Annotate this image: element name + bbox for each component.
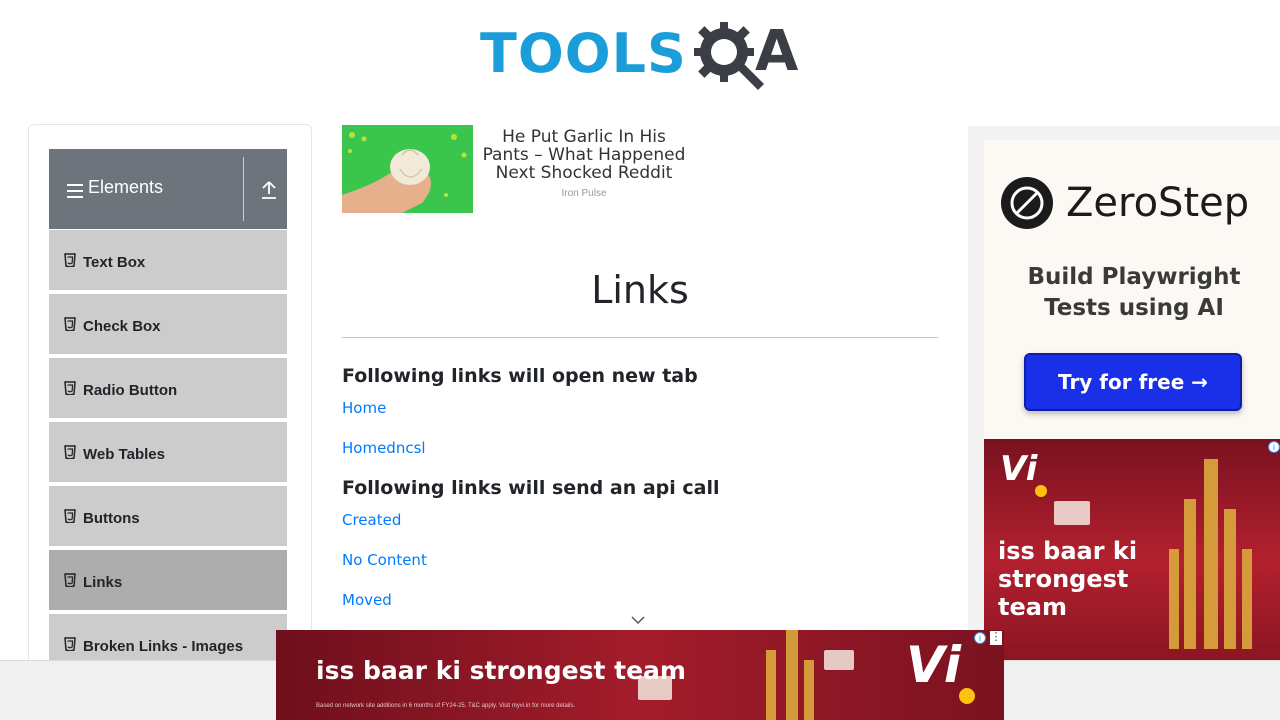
sidebar-item-label: Radio Button (83, 382, 178, 399)
link-homedncsl[interactable]: Homedncsl (342, 439, 426, 457)
ad-thumbnail-image[interactable] (342, 125, 473, 213)
file-icon (64, 381, 76, 395)
vi-logo: Vi (1000, 449, 1038, 489)
file-icon (64, 509, 76, 523)
ad-source: Iron Pulse (561, 188, 607, 199)
bottom-ad-tagline: iss baar ki strongest team (316, 656, 686, 685)
logo-wordmark: TOOLS (480, 22, 687, 85)
chevron-down-icon[interactable] (631, 615, 645, 625)
group-divider (243, 157, 244, 221)
sidebar-item-text-box[interactable]: Text Box (49, 230, 287, 292)
try-for-free-button[interactable]: Try for free → (1024, 353, 1242, 411)
sidebar-item-label: Web Tables (83, 446, 165, 463)
section-heading-api-call: Following links will send an api call (342, 477, 720, 499)
sidebar-group-title: Elements (88, 177, 164, 197)
hamburger-icon (67, 184, 83, 198)
zerostep-ad[interactable]: ZeroStep Build Playwright Tests using AI… (984, 140, 1280, 440)
file-icon (64, 445, 76, 459)
link-no-content[interactable]: No Content (342, 551, 427, 569)
sidebar-item-web-tables[interactable]: Web Tables (49, 422, 287, 484)
zerostep-brand: ZeroStep (1066, 180, 1250, 226)
toolsqa-logo[interactable]: TOOLS A (480, 14, 810, 94)
page-title: Links (591, 268, 689, 312)
ad-headline[interactable]: He Put Garlic In His Pants – What Happen… (478, 128, 690, 182)
title-divider (342, 337, 938, 338)
link-created[interactable]: Created (342, 511, 401, 529)
sidebar-item-check-box[interactable]: Check Box (49, 294, 287, 356)
header: TOOLS A (0, 0, 1280, 100)
upload-icon[interactable] (260, 180, 278, 200)
sidebar-item-links[interactable]: Links (49, 550, 287, 612)
bottom-ad-info-icon[interactable]: i (974, 632, 986, 644)
sidebar-item-label: Check Box (83, 318, 161, 335)
ad-info-icon[interactable]: i (1268, 441, 1280, 453)
vi-tagline: iss baar ki strongest team (998, 537, 1138, 621)
logo-letter-a: A (755, 19, 799, 84)
sidebar-item-label: Buttons (83, 510, 140, 527)
sidebar-item-label: Broken Links - Images (83, 638, 244, 655)
file-icon (64, 573, 76, 587)
file-icon (64, 253, 76, 267)
bottom-banner-ad[interactable]: iss baar ki strongest team Vi Based on n… (276, 630, 1004, 720)
zerostep-tagline: Build Playwright Tests using AI (1027, 264, 1241, 321)
sidebar-item-buttons[interactable]: Buttons (49, 486, 287, 548)
link-moved[interactable]: Moved (342, 591, 392, 609)
link-home[interactable]: Home (342, 399, 386, 417)
file-icon (64, 637, 76, 651)
zerostep-logo-icon (1001, 177, 1053, 229)
sidebar-group-elements[interactable]: Elements (49, 149, 287, 229)
sidebar-item-label: Text Box (83, 254, 146, 271)
file-icon (64, 317, 76, 331)
ad-options-icon[interactable]: ⋮ (990, 631, 1002, 645)
bottom-vi-logo-dot (959, 688, 975, 704)
vi-logo-dot (1035, 485, 1047, 497)
vi-ad[interactable]: Vi iss baar ki strongest team (984, 439, 1280, 660)
sidebar-item-label: Links (83, 574, 123, 591)
bottom-ad-fineprint: Based on network site additions in 6 mon… (316, 703, 576, 709)
sidebar-item-radio-button[interactable]: Radio Button (49, 358, 287, 420)
section-heading-new-tab: Following links will open new tab (342, 365, 698, 387)
bottom-vi-logo: Vi (906, 636, 961, 694)
garlic-hand-image (342, 125, 473, 213)
